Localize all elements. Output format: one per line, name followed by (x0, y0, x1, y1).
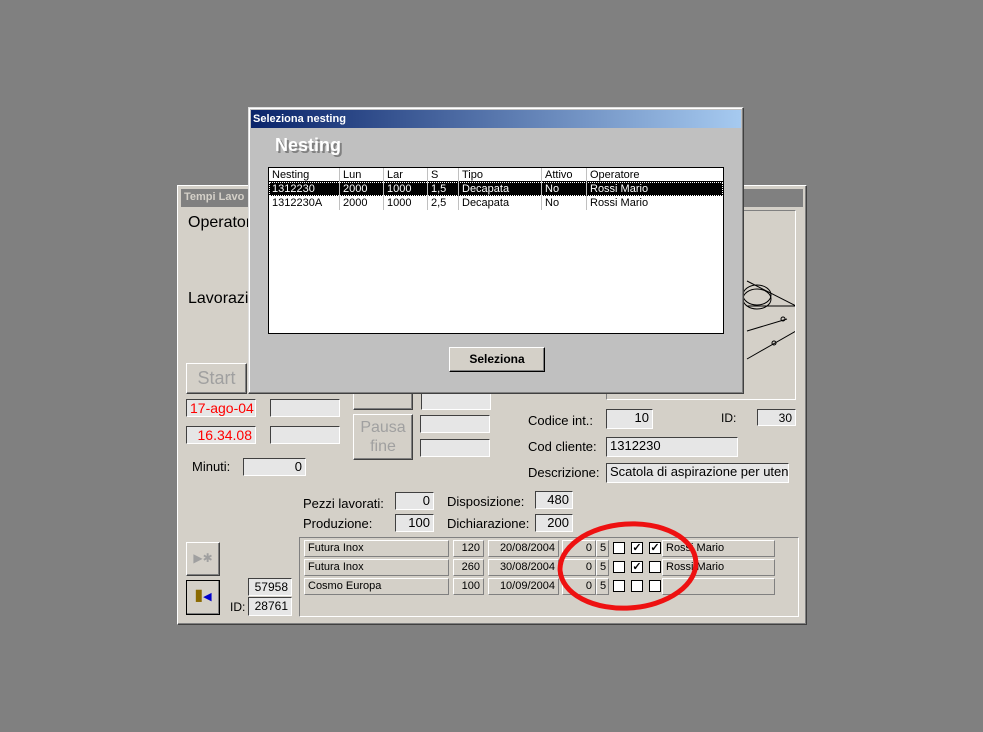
cell: 1312230A (272, 197, 323, 209)
cell: No (541, 196, 559, 210)
cell: Rossi Mario (586, 196, 648, 210)
nesting-row[interactable]: 1312230 2000 1000 1,5 Decapata No Rossi Mario (269, 182, 723, 196)
cell: Decapata (458, 182, 509, 196)
cell: 2000 (339, 196, 367, 210)
cell: No (541, 182, 559, 196)
dialog-title: Seleziona nesting (251, 110, 741, 128)
nesting-row[interactable]: 1312230A 2000 1000 2,5 Decapata No Rossi Mario (269, 196, 723, 210)
red-circle-annotation (557, 521, 699, 611)
cell: Nesting (272, 169, 310, 181)
cell: 1,5 (427, 182, 446, 196)
cell: Operatore (586, 168, 640, 182)
cell: 1312230 (272, 183, 315, 195)
cell: 2,5 (427, 196, 446, 210)
cell: Attivo (541, 168, 573, 182)
cell: 2000 (339, 182, 367, 196)
nesting-list[interactable]: Nesting Lun Lar S Tipo Attivo Operatore 1312230… (268, 167, 724, 334)
cell: Lar (383, 168, 403, 182)
cell: Rossi Mario (586, 182, 648, 196)
cell: 1000 (383, 182, 411, 196)
dialog-heading: Nesting (275, 135, 342, 155)
cell: Tipo (458, 168, 483, 182)
seleziona-button[interactable]: Seleziona (449, 347, 545, 372)
seleziona-nesting-dialog: Seleziona nesting Nesting Nesting Lun Lar S… (248, 107, 744, 394)
header-row: Nesting Lun Lar S Tipo Attivo Operatore (269, 168, 723, 182)
cell: 1000 (383, 196, 411, 210)
cell: Decapata (458, 196, 509, 210)
cell: S (427, 168, 438, 182)
cell: Lun (339, 168, 361, 182)
